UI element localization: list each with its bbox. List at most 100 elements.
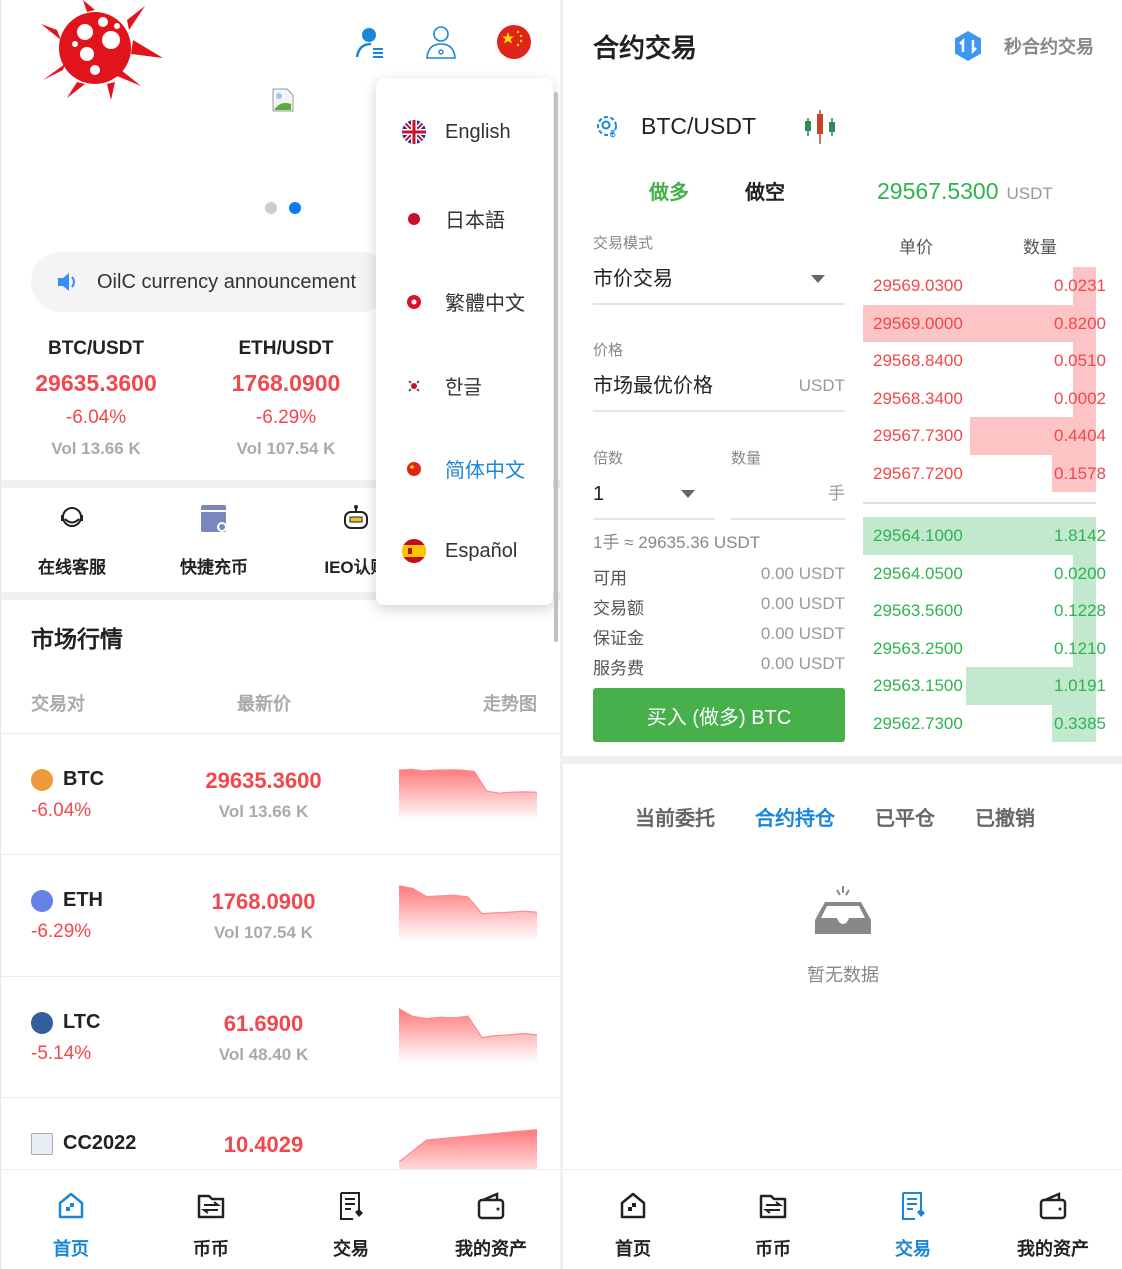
price-field: 价格 市场最优价格 USDT — [593, 339, 845, 412]
bid-row[interactable]: 29564.0500 0.0200 — [863, 554, 1106, 592]
announcement-bar[interactable]: OilC currency announcement — [31, 252, 391, 312]
sparkline-area — [399, 885, 537, 941]
carousel-dot-active[interactable] — [289, 202, 301, 214]
order-qty: 1.8142 — [1054, 526, 1106, 545]
quick-action-online-service[interactable]: 在线客服 — [1, 496, 143, 578]
order-price: 29568.3400 — [873, 388, 963, 408]
language-option-korean[interactable]: 한글 — [402, 371, 482, 400]
summary-label: 可用 — [593, 569, 627, 588]
pair-selector[interactable]: $ BTC/USDT — [593, 108, 838, 144]
language-option-simplified-chinese[interactable]: 简体中文 — [402, 454, 525, 483]
tab-label: 首页 — [53, 1239, 89, 1259]
order-price: 29563.1500 — [873, 676, 963, 695]
orderbook-bids: 29564.1000 1.8142 29564.0500 0.0200 29563.56… — [863, 517, 1106, 742]
ticker-volume: Vol 13.66 K — [51, 439, 141, 458]
ask-row[interactable]: 29568.8400 0.0510 — [863, 342, 1106, 380]
ticker-card[interactable]: BTC/USDT 29635.3600 -6.04% Vol 13.66 K — [1, 330, 191, 459]
summary-label: 保证金 — [593, 629, 644, 648]
tab-assets[interactable]: 我的资产 — [421, 1170, 560, 1269]
tab-label: 首页 — [615, 1239, 651, 1259]
language-option-japanese[interactable]: 日本語 — [402, 204, 505, 233]
multiplier-label: 倍数 — [593, 450, 624, 467]
bid-row[interactable]: 29562.7300 0.3385 — [863, 704, 1106, 742]
coin-symbol: LTC — [63, 1011, 101, 1033]
language-option-spanish[interactable]: Español — [402, 539, 517, 563]
order-tab-cancelled[interactable]: 已撤销 — [975, 802, 1035, 831]
order-tab-closed[interactable]: 已平仓 — [875, 802, 935, 831]
quantity-field: 数量 手 — [731, 447, 845, 520]
ask-row[interactable]: 29569.0000 0.8200 — [863, 304, 1106, 342]
multiplier-select[interactable]: 1 — [593, 474, 715, 520]
ticker-volume: Vol 107.54 K — [236, 439, 336, 458]
trade-mode-select[interactable]: 市价交易 — [593, 259, 845, 305]
ask-row[interactable]: 29567.7300 0.4404 — [863, 417, 1106, 455]
market-row[interactable]: LTC -5.14% 61.6900 Vol 48.40 K — [1, 976, 560, 1098]
quantity-input[interactable]: 手 — [731, 474, 845, 520]
order-tab-current[interactable]: 当前委托 — [635, 802, 715, 831]
robot-icon — [344, 505, 368, 529]
market-row[interactable]: ETH -6.29% 1768.0900 Vol 107.54 K — [1, 854, 560, 976]
candlestick-chart-icon[interactable] — [802, 108, 838, 144]
ask-row[interactable]: 29568.3400 0.0002 — [863, 379, 1106, 417]
price-value: 市场最优价格 — [593, 375, 713, 397]
second-contract-link[interactable]: 秒合约交易 — [952, 30, 1094, 62]
second-contract-label: 秒合约交易 — [1004, 37, 1094, 57]
ticker-card[interactable]: ETH/USDT 1768.0900 -6.29% Vol 107.54 K — [191, 330, 381, 459]
tab-trade[interactable]: 交易 — [843, 1170, 983, 1269]
carousel-dot[interactable] — [265, 202, 277, 214]
side-short-tab[interactable]: 做空 — [745, 176, 785, 205]
settings-gear-icon[interactable]: $ — [593, 112, 621, 140]
tab-spot[interactable]: 币币 — [141, 1170, 281, 1269]
order-price: 29567.7200 — [873, 463, 963, 483]
bid-row[interactable]: 29563.5600 0.1228 — [863, 592, 1106, 630]
market-title: 市场行情 — [31, 626, 123, 652]
bid-row[interactable]: 29563.1500 1.0191 — [863, 667, 1106, 705]
trade-summary: 可用 0.00 USDT 交易额 0.00 USDT 保证金 0.00 USDT 服务… — [593, 564, 845, 684]
svg-text:$: $ — [610, 129, 616, 140]
order-price: 29563.2500 — [873, 638, 963, 658]
coin-change: -6.04% — [31, 800, 92, 821]
quick-action-deposit[interactable]: 快捷充币 — [143, 496, 285, 578]
order-price: 29568.8400 — [873, 351, 963, 370]
empty-inbox-icon — [815, 886, 871, 934]
bid-row[interactable]: 29564.1000 1.8142 — [863, 517, 1106, 555]
summary-value: 0.00 USDT — [760, 564, 845, 583]
coin-name: BTC — [31, 768, 104, 791]
tab-spot[interactable]: 币币 — [703, 1170, 843, 1269]
language-option-traditional-chinese[interactable]: 繁體中文 — [402, 287, 525, 316]
page-scrollbar[interactable] — [554, 92, 558, 642]
tab-assets[interactable]: 我的资产 — [983, 1170, 1122, 1269]
last-price-unit: USDT — [1006, 184, 1053, 203]
price-input[interactable]: 市场最优价格 USDT — [593, 366, 845, 412]
order-price: 29564.0500 — [873, 563, 963, 583]
ask-row[interactable]: 29569.0300 0.0231 — [863, 267, 1106, 305]
dropdown-caret-icon — [811, 275, 825, 283]
order-tab-positions[interactable]: 合约持仓 — [755, 802, 835, 831]
tab-trade[interactable]: 交易 — [281, 1170, 421, 1269]
buy-long-button[interactable]: 买入 (做多) BTC — [593, 688, 845, 742]
ticker-pair: BTC/USDT — [47, 338, 145, 359]
uk-flag-icon — [402, 120, 426, 144]
language-china-flag-icon[interactable] — [496, 24, 532, 60]
trend-sparkline — [399, 885, 537, 941]
language-option-english[interactable]: English — [402, 120, 511, 144]
tab-label: 我的资产 — [455, 1239, 527, 1259]
language-label: 한글 — [445, 377, 482, 399]
coin-name: LTC — [31, 1011, 100, 1034]
ask-row[interactable]: 29567.7200 0.1578 — [863, 454, 1106, 492]
wallet-icon — [1039, 1192, 1067, 1220]
user-profile-icon[interactable] — [353, 24, 389, 60]
swap-hexagon-icon — [955, 31, 981, 61]
coin-price: 10.4029 — [223, 1132, 304, 1157]
tab-home[interactable]: 首页 — [1, 1170, 141, 1269]
side-long-tab[interactable]: 做多 — [649, 176, 689, 205]
tab-home[interactable]: 首页 — [563, 1170, 703, 1269]
orderbook-asks: 29569.0300 0.0231 29569.0000 0.8200 29568.84… — [863, 267, 1106, 492]
banner-image[interactable] — [271, 88, 295, 112]
summary-row: 可用 0.00 USDT — [593, 564, 845, 594]
price-unit: USDT — [798, 376, 845, 395]
bid-row[interactable]: 29563.2500 0.1210 — [863, 629, 1106, 667]
coin-symbol: BTC — [63, 768, 105, 790]
customer-service-icon[interactable] — [423, 24, 459, 60]
market-row[interactable]: BTC -6.04% 29635.3600 Vol 13.66 K — [1, 733, 560, 855]
